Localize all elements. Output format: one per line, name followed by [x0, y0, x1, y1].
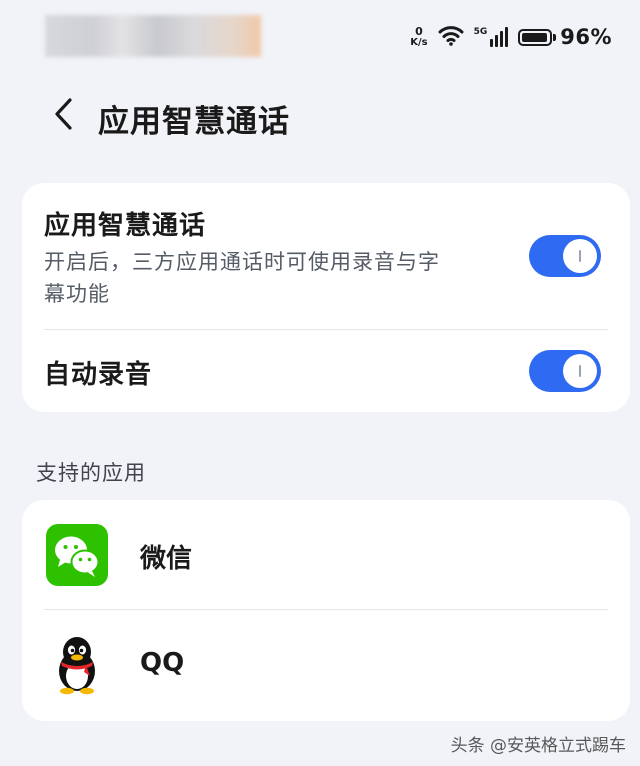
app-name-wechat: 微信: [140, 544, 193, 574]
qq-penguin-icon: [46, 634, 108, 696]
net-speed-indicator: 0 K/s: [410, 26, 427, 48]
divider: [44, 609, 608, 610]
auto-record-title: 自动录音: [44, 360, 153, 390]
signal-type-label: 5G: [473, 27, 488, 37]
settings-card: 应用智慧通话 开启后，三方应用通话时可使用录音与字 幕功能 自动录音: [22, 183, 630, 412]
cellular-signal-icon: 5G: [474, 27, 509, 47]
smart-call-description-line2: 幕功能: [44, 282, 110, 306]
smart-call-toggle[interactable]: [529, 235, 601, 277]
chevron-left-icon: [53, 97, 75, 135]
status-bar: 0 K/s 5G 96%: [0, 0, 640, 70]
battery-percent: 96%: [560, 25, 612, 49]
page-header: 应用智慧通话: [0, 88, 640, 144]
toggle-knob: [563, 239, 597, 273]
wechat-icon: [46, 524, 108, 586]
battery-level-fill: [522, 32, 548, 42]
supported-apps-section-label: 支持的应用: [36, 461, 146, 485]
page-title: 应用智慧通话: [98, 104, 290, 140]
net-speed-unit: K/s: [410, 37, 428, 48]
app-name-qq: QQ: [140, 648, 185, 678]
smart-call-title: 应用智慧通话: [44, 211, 207, 241]
back-button[interactable]: [40, 92, 88, 140]
auto-record-toggle[interactable]: [529, 350, 601, 392]
battery-indicator: 96%: [518, 25, 612, 49]
toggle-knob: [563, 354, 597, 388]
net-speed-value: 0: [415, 25, 423, 38]
blurred-time-area: [45, 15, 261, 57]
smart-call-description-line1: 开启后，三方应用通话时可使用录音与字: [44, 250, 440, 274]
divider: [44, 329, 608, 330]
supported-apps-card: 微信 QQ: [22, 500, 630, 721]
wifi-icon: [438, 24, 464, 50]
battery-icon: [518, 28, 553, 46]
status-icons: 0 K/s 5G 96%: [410, 22, 612, 52]
watermark: 头条 @安英格立式踢车: [450, 736, 626, 756]
